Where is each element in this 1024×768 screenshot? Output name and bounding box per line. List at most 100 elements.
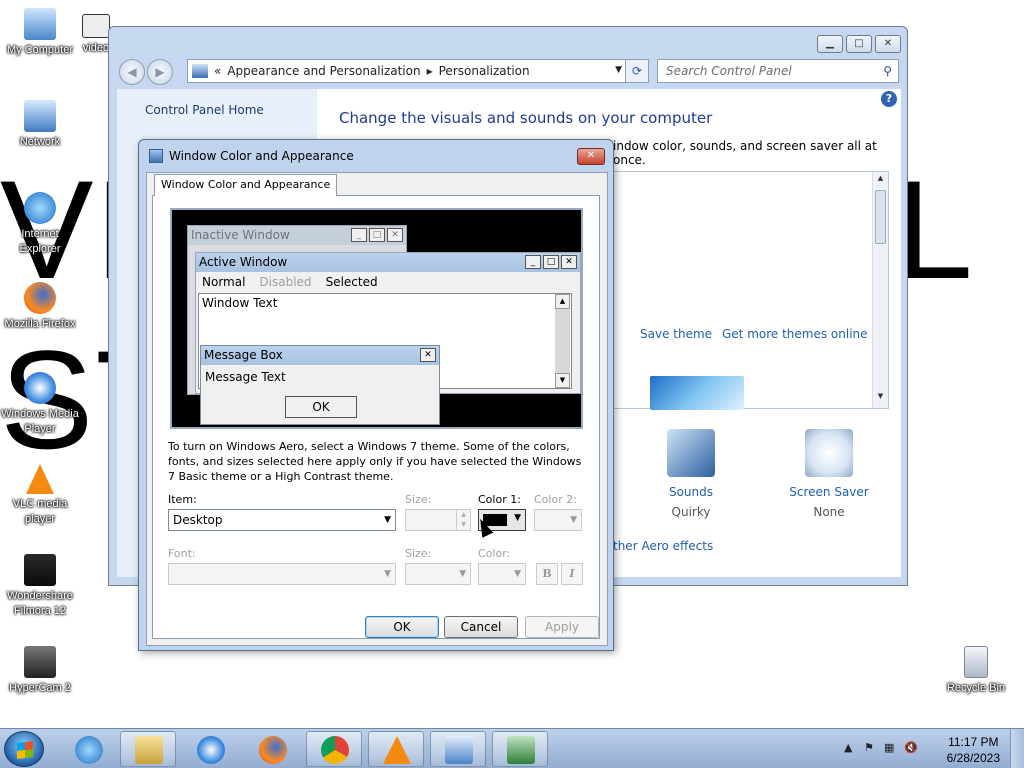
- vlc-icon: [383, 736, 411, 764]
- menu-normal[interactable]: Normal: [202, 272, 245, 292]
- desktop-icon-network[interactable]: Network: [0, 100, 80, 150]
- volume-muted-icon[interactable]: 🔇: [904, 741, 918, 754]
- control-panel-icon: [445, 736, 473, 764]
- minimize-icon: _: [525, 255, 541, 269]
- item-select[interactable]: Desktop ▼: [168, 509, 396, 531]
- control-panel-home-link[interactable]: Control Panel Home: [145, 103, 264, 117]
- start-button[interactable]: [4, 731, 44, 767]
- breadcrumb-appearance[interactable]: Appearance and Personalization: [227, 64, 420, 78]
- chevron-down-icon: ▼: [514, 569, 521, 579]
- spin-down-icon[interactable]: ▼: [456, 520, 470, 530]
- scroll-thumb[interactable]: [875, 190, 886, 244]
- search-icon[interactable]: ⚲: [883, 60, 892, 82]
- desktop-icon-internet-explorer[interactable]: Internet Explorer: [0, 192, 80, 257]
- computer-icon: [24, 8, 56, 40]
- maximize-button[interactable]: □: [846, 35, 872, 53]
- desktop-icon-vlc[interactable]: VLC media player: [0, 464, 80, 527]
- media-player-icon: [24, 372, 56, 404]
- item-select-value: Desktop: [173, 513, 223, 527]
- desktop-icon-firefox[interactable]: Mozilla Firefox: [0, 282, 80, 332]
- minimize-button[interactable]: ▁: [817, 35, 843, 53]
- network-tray-icon[interactable]: ▦: [884, 741, 894, 754]
- menu-selected[interactable]: Selected: [326, 272, 378, 292]
- apply-button[interactable]: Apply: [525, 616, 599, 638]
- chevron-down-icon[interactable]: ▼: [615, 65, 622, 75]
- desktop-icon-hypercam[interactable]: HyperCam 2: [0, 646, 80, 696]
- window-text: Window Text: [202, 296, 278, 310]
- address-bar[interactable]: « Appearance and Personalization ▸ Perso…: [187, 59, 627, 83]
- taskbar-internet-explorer[interactable]: [60, 731, 116, 767]
- themes-scrollbar[interactable]: ▲ ▼: [872, 172, 888, 408]
- forward-arrow-icon[interactable]: ▶: [147, 59, 173, 85]
- control-panel-icon: [192, 64, 208, 78]
- active-window-title: Active Window: [199, 255, 288, 269]
- network-icon: [24, 100, 56, 132]
- font-color-label: Color:: [478, 547, 511, 560]
- search-input[interactable]: Search Control Panel ⚲: [657, 59, 899, 83]
- taskbar-vlc[interactable]: [368, 731, 424, 767]
- help-icon[interactable]: ?: [881, 91, 897, 107]
- bold-button[interactable]: B: [536, 563, 558, 585]
- taskbar-file-explorer[interactable]: [120, 731, 176, 767]
- preview-message-box[interactable]: Message Box ✕ Message Text OK: [200, 345, 440, 425]
- aero-effects-link[interactable]: ther Aero effects: [613, 539, 713, 553]
- back-arrow-icon[interactable]: ◀: [119, 59, 145, 85]
- refresh-icon[interactable]: ⟳: [625, 59, 649, 83]
- save-theme-link[interactable]: Save theme: [640, 327, 712, 341]
- font-size-select[interactable]: ▼: [405, 563, 471, 585]
- color2-picker[interactable]: ▼: [534, 509, 582, 531]
- dialog-title: Window Color and Appearance: [169, 149, 354, 163]
- theme-thumbnail[interactable]: [650, 376, 744, 410]
- spin-up-icon[interactable]: ▲: [456, 510, 470, 520]
- scroll-down-icon[interactable]: ▼: [873, 392, 888, 406]
- dialog-close-button[interactable]: ✕: [577, 148, 605, 165]
- cancel-button[interactable]: Cancel: [444, 616, 518, 638]
- sounds-label[interactable]: Sounds: [641, 485, 741, 499]
- desktop-icon-recycle-bin[interactable]: Recycle Bin: [936, 646, 1016, 696]
- close-button[interactable]: ✕: [875, 35, 901, 53]
- tray-expand-icon[interactable]: ▲: [844, 741, 852, 754]
- italic-button[interactable]: I: [561, 563, 583, 585]
- taskbar-chrome[interactable]: [306, 731, 362, 767]
- font-select[interactable]: ▼: [168, 563, 396, 585]
- more-themes-link[interactable]: Get more themes online: [722, 327, 868, 341]
- chevron-down-icon: ▼: [384, 515, 391, 525]
- maximize-icon: □: [369, 228, 385, 242]
- inactive-window-title: Inactive Window: [191, 228, 290, 242]
- taskbar-control-panel[interactable]: [430, 731, 486, 767]
- sounds-item[interactable]: Sounds Quirky: [641, 429, 741, 519]
- scroll-up-icon[interactable]: ▲: [873, 174, 888, 188]
- appearance-preview[interactable]: Inactive Window _ □ ✕ Active Window _ □: [170, 208, 583, 429]
- font-color-picker[interactable]: ▼: [478, 563, 526, 585]
- menu-disabled[interactable]: Disabled: [259, 272, 311, 292]
- screen-saver-label[interactable]: Screen Saver: [779, 485, 879, 499]
- item-size-spinner[interactable]: ▲ ▼: [405, 509, 471, 531]
- action-center-icon[interactable]: ⚑: [864, 741, 874, 754]
- chevron-right-icon: ▸: [426, 64, 433, 78]
- desktop-icon-my-computer[interactable]: My Computer: [0, 8, 80, 58]
- breadcrumb-overflow[interactable]: «: [214, 64, 221, 78]
- desktop-icon-filmora[interactable]: Wondershare Filmora 12: [0, 554, 80, 619]
- font-size-label: Size:: [405, 547, 432, 560]
- clock[interactable]: 11:17 PM 6/28/2023: [947, 734, 1000, 766]
- taskbar-display-settings[interactable]: [492, 731, 548, 767]
- taskbar-firefox[interactable]: [244, 731, 300, 767]
- desktop-icon-media-player[interactable]: Windows Media Player: [0, 372, 80, 437]
- message-text: Message Text: [205, 370, 286, 384]
- tab-window-color[interactable]: Window Color and Appearance: [154, 174, 338, 196]
- themes-list[interactable]: Save theme Get more themes online ▲ ▼: [613, 171, 889, 410]
- tab-panel: Inactive Window _ □ ✕ Active Window _ □: [152, 195, 600, 639]
- screen-saver-value: None: [813, 505, 845, 519]
- vlc-icon: [26, 464, 54, 494]
- firefox-icon: [259, 736, 287, 764]
- sounds-value: Quirky: [671, 505, 711, 519]
- screen-saver-item[interactable]: Screen Saver None: [779, 429, 879, 519]
- message-box-ok-button[interactable]: OK: [285, 396, 357, 418]
- preview-scrollbar[interactable]: ▲ ▼: [555, 294, 570, 388]
- item-label: Item:: [168, 493, 197, 506]
- ok-button[interactable]: OK: [365, 616, 439, 638]
- breadcrumb-personalization[interactable]: Personalization: [439, 64, 530, 78]
- preview-menubar: Normal Disabled Selected: [196, 272, 580, 292]
- show-desktop-button[interactable]: [1010, 729, 1024, 768]
- taskbar-media-player[interactable]: [182, 731, 238, 767]
